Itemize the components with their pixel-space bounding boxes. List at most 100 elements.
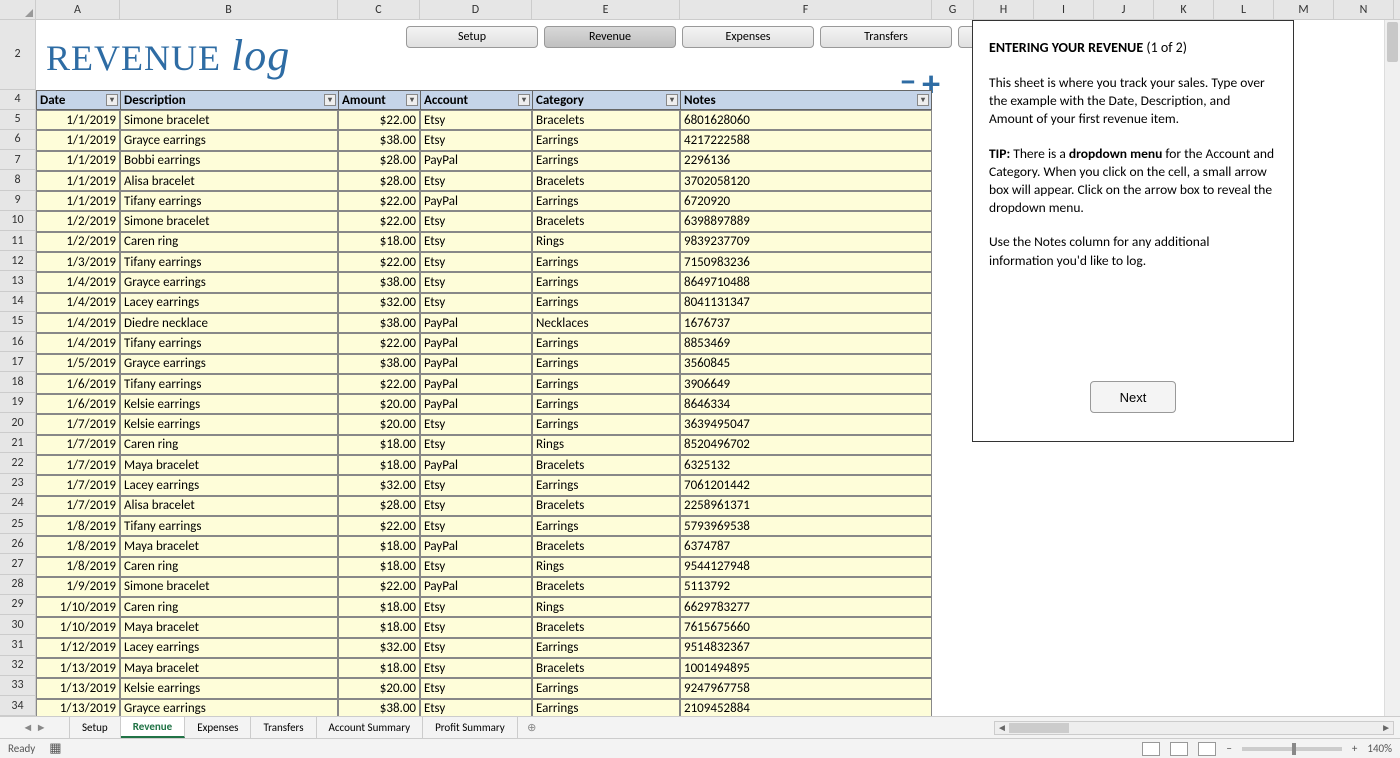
cell-cat[interactable]: Earrings bbox=[532, 151, 680, 171]
cell-cat[interactable]: Bracelets bbox=[532, 577, 680, 597]
select-all-corner[interactable] bbox=[0, 0, 36, 19]
cell-amt[interactable]: $38.00 bbox=[338, 354, 420, 374]
row-header-15[interactable]: 15 bbox=[0, 312, 35, 332]
cell-cat[interactable]: Earrings bbox=[532, 638, 680, 658]
nav-button-setup[interactable]: Setup bbox=[406, 26, 538, 48]
nav-button-expenses[interactable]: Expenses bbox=[682, 26, 814, 48]
cell-acct[interactable]: Etsy bbox=[420, 557, 532, 577]
cell-amt[interactable]: $18.00 bbox=[338, 536, 420, 556]
cell-date[interactable]: 1/7/2019 bbox=[36, 435, 120, 455]
cell-acct[interactable]: Etsy bbox=[420, 232, 532, 252]
cell-desc[interactable]: Caren ring bbox=[120, 557, 338, 577]
cell-date[interactable]: 1/9/2019 bbox=[36, 577, 120, 597]
cell-amt[interactable]: $18.00 bbox=[338, 455, 420, 475]
cell-desc[interactable]: Kelsie earrings bbox=[120, 394, 338, 414]
column-header-D[interactable]: D bbox=[420, 0, 532, 19]
cell-acct[interactable]: Etsy bbox=[420, 475, 532, 495]
column-header-B[interactable]: B bbox=[120, 0, 338, 19]
cell-acct[interactable]: Etsy bbox=[420, 272, 532, 292]
cell-notes[interactable]: 2258961371 bbox=[680, 496, 932, 516]
cell-date[interactable]: 1/1/2019 bbox=[36, 110, 120, 130]
cell-notes[interactable]: 8853469 bbox=[680, 333, 932, 353]
cell-cat[interactable]: Bracelets bbox=[532, 617, 680, 637]
cell-cat[interactable]: Earrings bbox=[532, 191, 680, 211]
cell-cat[interactable]: Earrings bbox=[532, 333, 680, 353]
cell-acct[interactable]: PayPal bbox=[420, 577, 532, 597]
row-header-25[interactable]: 25 bbox=[0, 514, 35, 534]
cell-acct[interactable]: Etsy bbox=[420, 516, 532, 536]
cell-desc[interactable]: Tifany earrings bbox=[120, 252, 338, 272]
column-header-F[interactable]: F bbox=[680, 0, 932, 19]
cell-cat[interactable]: Bracelets bbox=[532, 496, 680, 516]
filter-dropdown-icon[interactable]: ▾ bbox=[324, 94, 336, 106]
sheet-tab-account-summary[interactable]: Account Summary bbox=[317, 717, 424, 738]
column-header-E[interactable]: E bbox=[532, 0, 680, 19]
row-header-33[interactable]: 33 bbox=[0, 676, 35, 696]
tab-nav-arrows[interactable]: ◄ ► bbox=[0, 717, 70, 738]
row-header-21[interactable]: 21 bbox=[0, 433, 35, 453]
cell-date[interactable]: 1/4/2019 bbox=[36, 272, 120, 292]
cell-date[interactable]: 1/13/2019 bbox=[36, 699, 120, 716]
sheet-tab-revenue[interactable]: Revenue bbox=[121, 717, 186, 738]
record-macro-icon[interactable]: ▦ bbox=[49, 741, 61, 756]
cell-desc[interactable]: Tifany earrings bbox=[120, 374, 338, 394]
sheet-tab-expenses[interactable]: Expenses bbox=[185, 717, 251, 738]
cell-date[interactable]: 1/4/2019 bbox=[36, 313, 120, 333]
view-page-break-icon[interactable] bbox=[1198, 742, 1216, 756]
cell-desc[interactable]: Maya bracelet bbox=[120, 536, 338, 556]
cell-amt[interactable]: $28.00 bbox=[338, 171, 420, 191]
cell-amt[interactable]: $22.00 bbox=[338, 191, 420, 211]
row-header-19[interactable]: 19 bbox=[0, 393, 35, 413]
row-header-11[interactable]: 11 bbox=[0, 231, 35, 251]
cell-date[interactable]: 1/2/2019 bbox=[36, 232, 120, 252]
cell-cat[interactable]: Earrings bbox=[532, 516, 680, 536]
cell-cat[interactable]: Earrings bbox=[532, 678, 680, 698]
cell-cat[interactable]: Rings bbox=[532, 435, 680, 455]
cell-amt[interactable]: $18.00 bbox=[338, 597, 420, 617]
cell-acct[interactable]: PayPal bbox=[420, 151, 532, 171]
cell-desc[interactable]: Caren ring bbox=[120, 232, 338, 252]
cell-notes[interactable]: 5113792 bbox=[680, 577, 932, 597]
column-header-amount[interactable]: Amount▾ bbox=[338, 90, 420, 110]
cell-notes[interactable]: 4217222588 bbox=[680, 130, 932, 150]
cell-amt[interactable]: $38.00 bbox=[338, 699, 420, 716]
row-header-2[interactable]: 2 bbox=[0, 20, 35, 90]
horizontal-scroll-thumb[interactable] bbox=[1009, 723, 1069, 733]
cell-amt[interactable]: $18.00 bbox=[338, 557, 420, 577]
cell-amt[interactable]: $18.00 bbox=[338, 658, 420, 678]
row-header-16[interactable]: 16 bbox=[0, 332, 35, 352]
cell-desc[interactable]: Kelsie earrings bbox=[120, 414, 338, 434]
cell-cat[interactable]: Bracelets bbox=[532, 536, 680, 556]
cell-date[interactable]: 1/13/2019 bbox=[36, 678, 120, 698]
cell-amt[interactable]: $32.00 bbox=[338, 475, 420, 495]
next-button[interactable]: Next bbox=[1090, 381, 1176, 413]
zoom-out-icon[interactable]: − bbox=[1226, 742, 1231, 755]
cell-date[interactable]: 1/7/2019 bbox=[36, 414, 120, 434]
cell-desc[interactable]: Maya bracelet bbox=[120, 455, 338, 475]
row-header-8[interactable]: 8 bbox=[0, 170, 35, 190]
cell-acct[interactable]: Etsy bbox=[420, 638, 532, 658]
cell-date[interactable]: 1/1/2019 bbox=[36, 130, 120, 150]
cell-desc[interactable]: Diedre necklace bbox=[120, 313, 338, 333]
row-header-18[interactable]: 18 bbox=[0, 372, 35, 392]
cell-cat[interactable]: Bracelets bbox=[532, 211, 680, 231]
nav-button-transfers[interactable]: Transfers bbox=[820, 26, 952, 48]
zoom-level[interactable]: 140% bbox=[1367, 742, 1392, 755]
cell-date[interactable]: 1/7/2019 bbox=[36, 496, 120, 516]
filter-dropdown-icon[interactable]: ▾ bbox=[917, 94, 929, 106]
cell-date[interactable]: 1/1/2019 bbox=[36, 151, 120, 171]
cell-acct[interactable]: PayPal bbox=[420, 374, 532, 394]
cell-desc[interactable]: Grayce earrings bbox=[120, 130, 338, 150]
cell-date[interactable]: 1/7/2019 bbox=[36, 475, 120, 495]
vertical-scroll-thumb[interactable] bbox=[1387, 22, 1398, 62]
cell-acct[interactable]: Etsy bbox=[420, 252, 532, 272]
cell-cat[interactable]: Earrings bbox=[532, 130, 680, 150]
filter-dropdown-icon[interactable]: ▾ bbox=[106, 94, 118, 106]
cell-desc[interactable]: Simone bracelet bbox=[120, 577, 338, 597]
cell-notes[interactable]: 3639495047 bbox=[680, 414, 932, 434]
cell-date[interactable]: 1/6/2019 bbox=[36, 394, 120, 414]
cell-date[interactable]: 1/12/2019 bbox=[36, 638, 120, 658]
cell-notes[interactable]: 2296136 bbox=[680, 151, 932, 171]
new-sheet-button[interactable]: ⊕ bbox=[518, 717, 546, 738]
cell-amt[interactable]: $20.00 bbox=[338, 394, 420, 414]
